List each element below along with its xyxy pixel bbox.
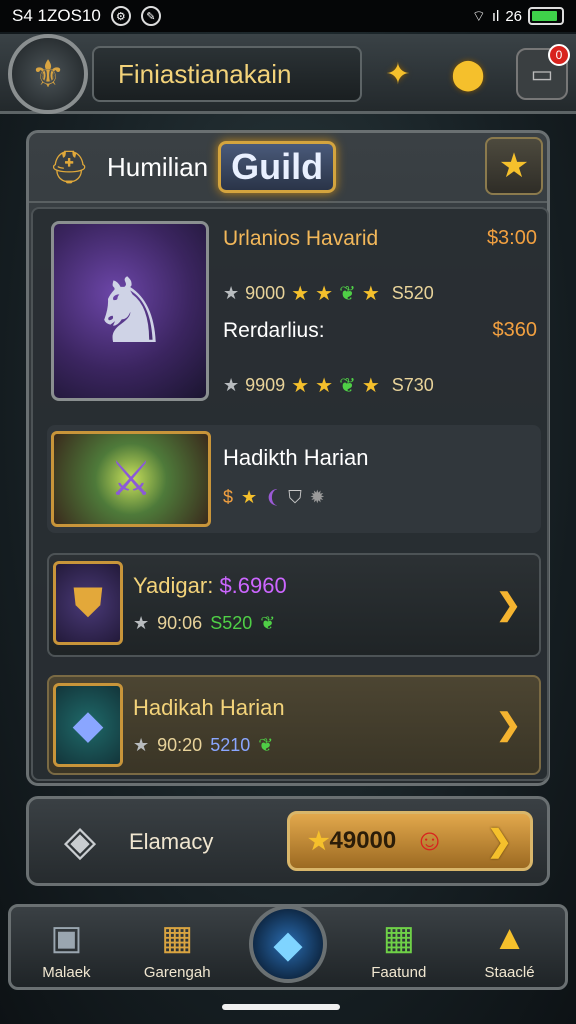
weapon-thumbnail-icon: ⚔ bbox=[51, 431, 211, 527]
nav-label: Garengah bbox=[143, 964, 211, 981]
rating-star-icon: ★ bbox=[315, 374, 334, 397]
offer-price: $360 bbox=[492, 319, 538, 341]
battery-icon bbox=[528, 7, 564, 25]
leaf-icon: ❦ bbox=[339, 374, 356, 397]
item-name: Yadigar: $.6960 bbox=[133, 573, 287, 599]
item-name: Hadikah Harian bbox=[133, 695, 285, 720]
offer-value: S730 bbox=[391, 374, 434, 395]
status-bar: S4 1ZOS10 ⚙ ✎ ⌔ ıl 26 bbox=[0, 0, 576, 32]
home-crystal-icon: ◆ bbox=[248, 905, 327, 983]
item-price: $.6960 bbox=[219, 573, 287, 598]
bottom-navigation: ▣ Malaek ▦ Garengah ◆ ▦ Faatund ▲ Staacl… bbox=[8, 904, 568, 990]
gold-coin-button[interactable]: ⬤ bbox=[442, 48, 494, 100]
currency-label: Elamacy bbox=[129, 829, 214, 854]
gem-icon: ◈ bbox=[63, 816, 97, 864]
cube-icon: ▣ bbox=[50, 919, 83, 957]
item-name: Hadikth Harian bbox=[223, 445, 369, 470]
notification-badge: 0 bbox=[548, 44, 570, 66]
item-power: 90:06 bbox=[157, 613, 203, 633]
offer-value: S520 bbox=[391, 282, 434, 303]
mail-button[interactable]: ▭ 0 bbox=[516, 44, 570, 100]
leaf-icon: ❦ bbox=[258, 735, 274, 755]
compass-status-icon: ✎ bbox=[140, 6, 161, 26]
offer-power: 9909 bbox=[245, 374, 286, 395]
nav-item-staacle[interactable]: ▲ Staaclé bbox=[460, 916, 560, 982]
settings-status-icon: ⚙ bbox=[110, 6, 131, 26]
chevron-right-icon[interactable]: ❯ bbox=[496, 588, 521, 623]
nav-label: Faatund bbox=[371, 964, 427, 981]
shield-thumbnail-icon: ⛊ bbox=[53, 561, 123, 645]
star-icon: ★ bbox=[308, 827, 330, 855]
guild-emblem-icon[interactable]: ⚜ bbox=[8, 34, 88, 114]
quest-star-button[interactable]: ✦ bbox=[372, 48, 424, 100]
triangle-icon: ▲ bbox=[492, 918, 527, 957]
hero-portrait[interactable]: ♞ bbox=[51, 221, 209, 401]
nav-item-malaek[interactable]: ▣ Malaek bbox=[16, 916, 116, 981]
offer-power: 9000 bbox=[245, 282, 286, 303]
arrow-right-icon: ❯ bbox=[486, 824, 512, 858]
rating-star-icon: ★ bbox=[291, 374, 310, 397]
star-icon: ★ bbox=[241, 487, 258, 507]
item-value: S520 bbox=[210, 613, 253, 633]
offer-stats: ★ 9000 ★ ★ ❦ ★ S520 bbox=[223, 273, 543, 313]
currency-bar: ◈ Elamacy ★ 49000 ☺ ❯ bbox=[26, 796, 550, 886]
offer-stats: ★ 9909 ★ ★ ❦ ★ S730 bbox=[223, 365, 543, 405]
shop-item[interactable]: ⛊ Yadigar: $.6960 ★ 90:06 S520 ❦ ❯ bbox=[47, 553, 541, 657]
item-stats: ★ 90:20 5210 ❦ bbox=[133, 735, 273, 756]
helmet-icon: ⛉ bbox=[288, 487, 302, 507]
item-currency: $ bbox=[223, 487, 234, 507]
buy-button[interactable]: ★ 49000 ☺ ❯ bbox=[287, 811, 533, 871]
chevron-right-icon[interactable]: ❯ bbox=[496, 708, 521, 743]
guild-name: Humilian bbox=[107, 151, 209, 182]
item-title: Yadigar: bbox=[133, 573, 214, 598]
nav-label: Malaek bbox=[42, 964, 91, 981]
offer-price: $3:00 bbox=[486, 227, 537, 249]
leaf-icon: ❦ bbox=[260, 613, 276, 633]
status-clock: 26 bbox=[505, 7, 522, 25]
nav-item-faatund[interactable]: ▦ Faatund bbox=[349, 916, 449, 981]
shop-item[interactable]: ⚔ Hadikth Harian $ ★ ❨ ⛉ ✹ bbox=[47, 425, 541, 533]
hero-offer-row[interactable]: Rerdarlius: $360 bbox=[223, 319, 543, 365]
nav-item-garengah[interactable]: ▦ Garengah bbox=[127, 916, 227, 981]
leaf-icon: ❦ bbox=[339, 282, 356, 305]
shop-list: ♞ Urlanios Havarid $3:00 ★ 9000 ★ ★ ❦ ★ … bbox=[31, 207, 549, 781]
crystal-thumbnail-icon: ◆ bbox=[53, 683, 123, 767]
signal-icon: ıl bbox=[491, 7, 500, 25]
feather-icon: ❨ bbox=[265, 487, 281, 507]
power-star-icon: ★ bbox=[223, 374, 240, 395]
player-name[interactable]: Finiastianakain bbox=[92, 46, 362, 102]
guild-header: ⛑ Humilian Guild ★ bbox=[29, 133, 547, 203]
item-value: 5210 bbox=[210, 735, 251, 755]
home-indicator[interactable] bbox=[222, 1004, 340, 1010]
mascot-icon: ☺ bbox=[414, 824, 445, 857]
chest-green-icon: ▦ bbox=[382, 919, 415, 957]
nav-item-home[interactable]: ◆ bbox=[238, 905, 338, 983]
power-star-icon: ★ bbox=[133, 613, 150, 633]
wifi-icon: ⌔ bbox=[471, 7, 486, 25]
power-star-icon: ★ bbox=[133, 735, 150, 755]
top-header: ⚜ Finiastianakain ✦ ⬤ ▭ 0 bbox=[0, 34, 576, 114]
hero-offer-row[interactable]: Urlanios Havarid $3:00 bbox=[223, 227, 543, 273]
guild-helmet-icon: ⛑ bbox=[48, 149, 90, 185]
chest-icon: ▦ bbox=[161, 919, 194, 957]
favorite-star-button[interactable]: ★ bbox=[485, 137, 543, 195]
item-stats: ★ 90:06 S520 ❦ bbox=[133, 613, 275, 634]
power-star-icon: ★ bbox=[223, 282, 240, 303]
status-time: S4 1ZOS10 bbox=[12, 6, 101, 25]
rating-star-icon: ★ bbox=[315, 282, 334, 305]
hero-offer-rows: Urlanios Havarid $3:00 ★ 9000 ★ ★ ❦ ★ S5… bbox=[223, 227, 543, 405]
buy-amount: 49000 bbox=[329, 827, 397, 854]
rating-star-icon: ★ bbox=[361, 374, 380, 397]
rating-star-icon: ★ bbox=[291, 282, 310, 305]
guild-badge[interactable]: Guild bbox=[218, 141, 337, 193]
shop-item[interactable]: ◆ Hadikah Harian ★ 90:20 5210 ❦ ❯ bbox=[47, 675, 541, 775]
item-power: 90:20 bbox=[157, 735, 203, 755]
nav-label: Staaclé bbox=[484, 964, 535, 981]
gear-icon: ✹ bbox=[309, 487, 325, 507]
rating-star-icon: ★ bbox=[361, 282, 380, 305]
item-stats: $ ★ ❨ ⛉ ✹ bbox=[223, 487, 325, 508]
guild-shop-panel: ⛑ Humilian Guild ★ ♞ Urlanios Havarid $3… bbox=[26, 130, 550, 786]
